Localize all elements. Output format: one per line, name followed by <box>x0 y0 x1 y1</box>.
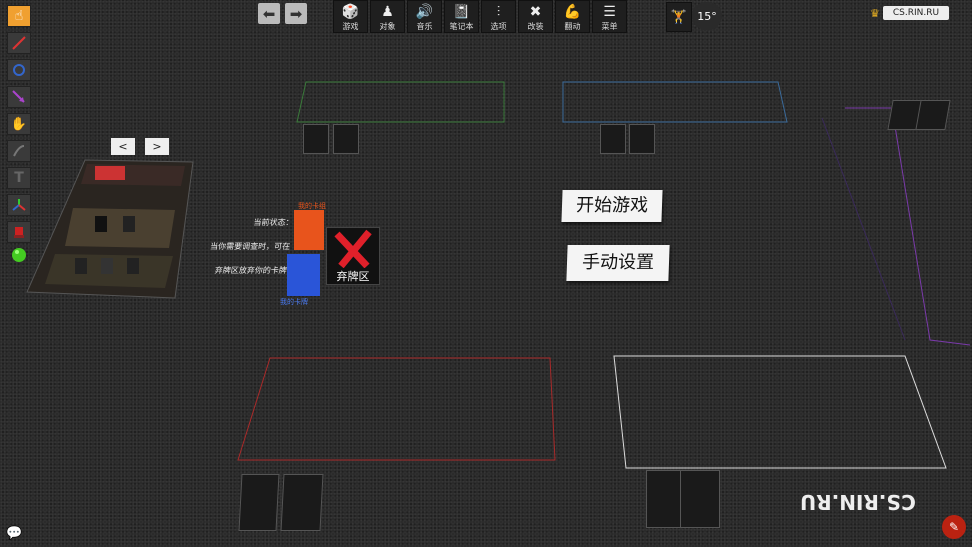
white-player-zone <box>613 355 947 469</box>
player-card[interactable] <box>280 474 324 531</box>
player-card[interactable] <box>680 470 720 528</box>
player-card[interactable] <box>333 124 359 154</box>
purple-player-zone <box>845 107 971 346</box>
chat-button[interactable]: 💬 <box>6 526 24 542</box>
edit-button[interactable]: ✎ <box>942 515 966 539</box>
watermark-text: CS.RIN.RU <box>800 490 916 514</box>
pencil-icon: ✎ <box>948 520 960 534</box>
player-card[interactable] <box>600 124 626 154</box>
chat-icon: 💬 <box>6 526 23 541</box>
player-zones <box>237 81 971 469</box>
watermark: CS.RIN.RU <box>800 490 916 514</box>
player-card[interactable] <box>915 100 951 130</box>
red-player-zone <box>237 357 556 461</box>
player-card[interactable] <box>303 124 329 154</box>
player-card[interactable] <box>629 124 655 154</box>
player-card[interactable] <box>238 474 280 531</box>
blue-player-zone <box>562 81 788 123</box>
player-card[interactable] <box>646 470 682 528</box>
green-player-zone <box>296 81 505 123</box>
